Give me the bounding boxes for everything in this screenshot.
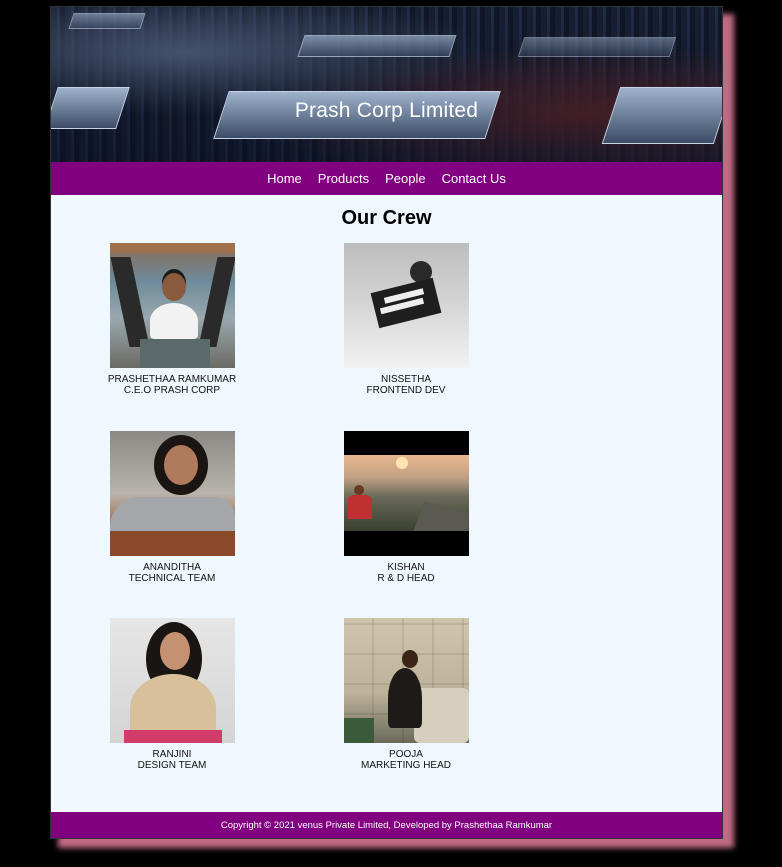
crew-name: PRASHETHAA RAMKUMAR: [107, 374, 237, 385]
crew-role: R & D HEAD: [377, 573, 435, 584]
crew-card: ANANDITHA TECHNICAL TEAM: [92, 431, 252, 584]
footer-copyright: Copyright © 2021 venus Private Limited, …: [51, 812, 722, 838]
crew-card: KISHAN R & D HEAD: [326, 431, 486, 584]
crew-role: FRONTEND DEV: [366, 385, 446, 396]
header-banner-image: Prash Corp Limited: [51, 7, 722, 162]
crew-caption: POOJA MARKETING HEAD: [326, 749, 486, 771]
crew-photo: [343, 618, 469, 743]
crew-caption: NISSETHA FRONTEND DEV: [326, 374, 486, 396]
crew-caption: KISHAN R & D HEAD: [326, 562, 486, 584]
crew-caption: RANJINI DESIGN TEAM: [92, 749, 252, 771]
site-title: Prash Corp Limited: [294, 99, 479, 122]
crew-caption: PRASHETHAA RAMKUMAR C.E.O PRASH CORP: [92, 374, 252, 396]
crew-role: MARKETING HEAD: [360, 760, 451, 771]
page-heading: Our Crew: [341, 207, 432, 229]
crew-card: NISSETHA FRONTEND DEV: [326, 243, 486, 396]
main-navigation: Home Products People Contact Us: [51, 162, 722, 195]
crew-photo: [109, 618, 235, 743]
nav-contact-link[interactable]: Contact Us: [442, 171, 506, 186]
nav-people-link[interactable]: People: [385, 171, 425, 186]
crew-name: KISHAN: [387, 562, 425, 573]
crew-card: PRASHETHAA RAMKUMAR C.E.O PRASH CORP: [92, 243, 252, 396]
crew-photo: [109, 431, 235, 556]
crew-photo: [343, 243, 469, 368]
crew-photo: [109, 243, 235, 368]
nav-home-link[interactable]: Home: [267, 171, 302, 186]
crew-role: DESIGN TEAM: [137, 760, 207, 771]
crew-name: RANJINI: [152, 749, 192, 760]
nav-products-link[interactable]: Products: [318, 171, 369, 186]
page-container: Prash Corp Limited Home Products People …: [50, 6, 723, 839]
crew-photo: [343, 431, 469, 556]
crew-card: RANJINI DESIGN TEAM: [92, 618, 252, 771]
crew-role: TECHNICAL TEAM: [128, 573, 216, 584]
crew-name: ANANDITHA: [143, 562, 201, 573]
crew-caption: ANANDITHA TECHNICAL TEAM: [92, 562, 252, 584]
crew-name: NISSETHA: [380, 374, 431, 385]
crew-name: POOJA: [389, 749, 423, 760]
crew-card: POOJA MARKETING HEAD: [326, 618, 486, 771]
crew-role: C.E.O PRASH CORP: [123, 385, 221, 396]
